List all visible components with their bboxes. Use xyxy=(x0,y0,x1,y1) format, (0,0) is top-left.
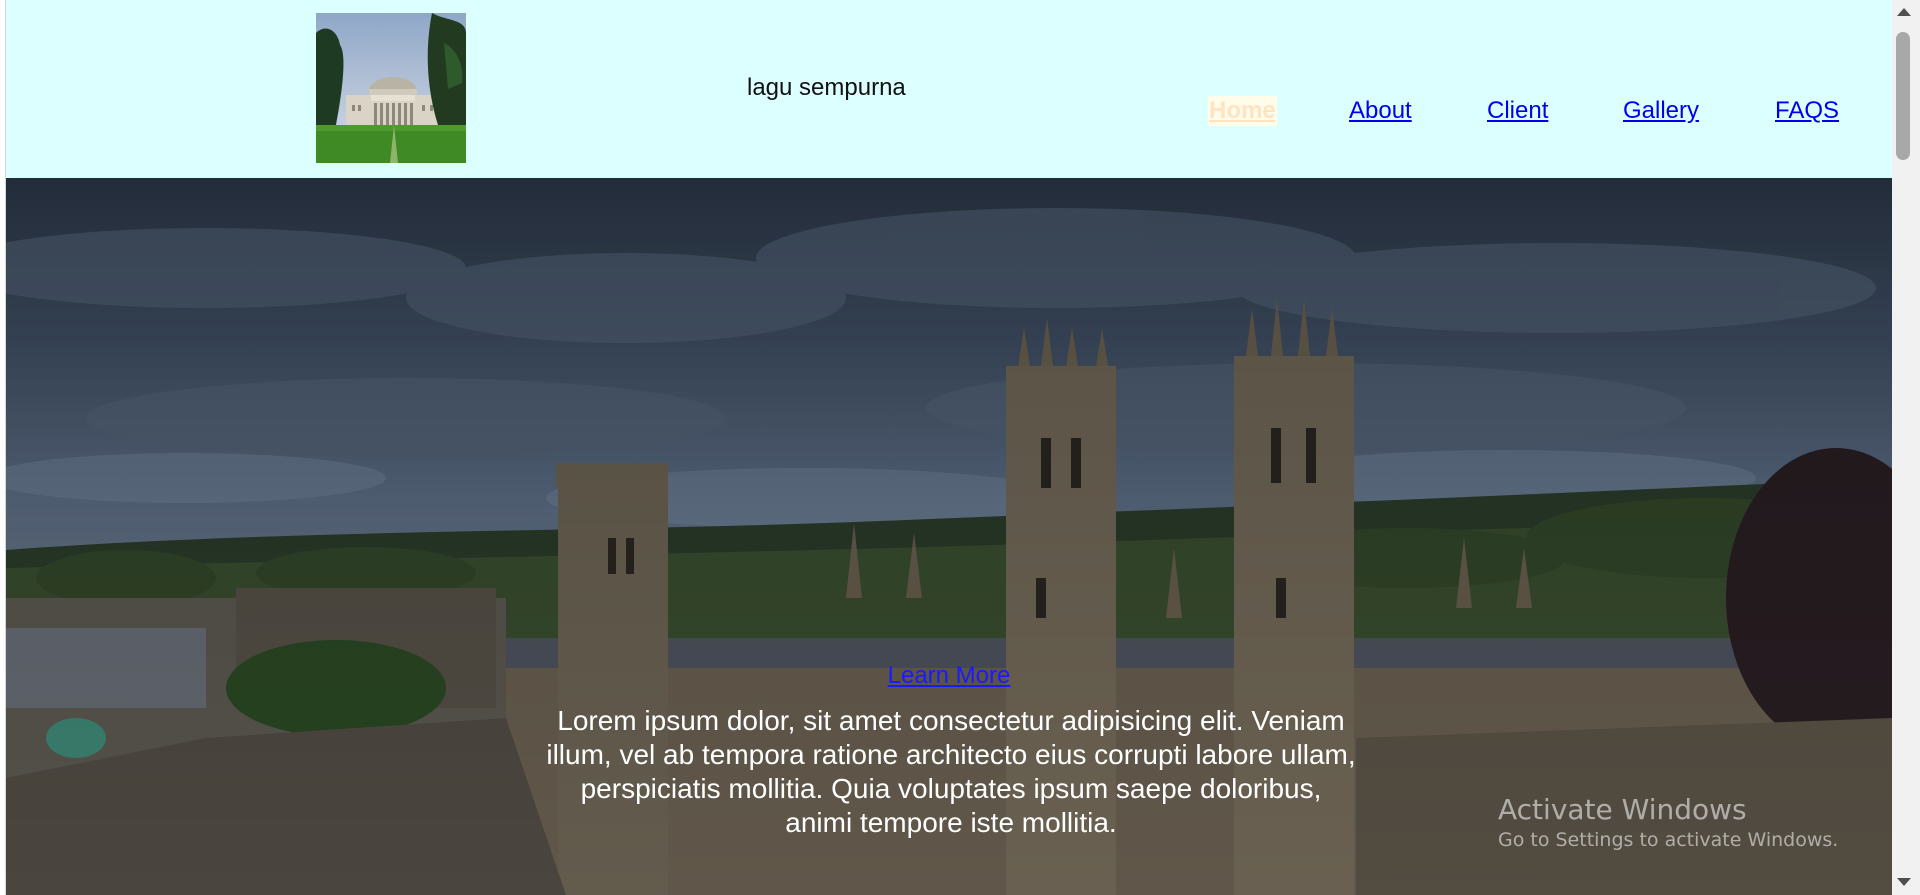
university-building-logo-icon xyxy=(316,13,466,163)
scrollbar-thumb[interactable] xyxy=(1896,32,1910,160)
hero-text: Lorem ipsum dolor, sit amet consectetur … xyxy=(546,705,1356,838)
nav-link-faqs[interactable]: FAQS xyxy=(1775,96,1839,126)
site-logo[interactable] xyxy=(316,13,466,163)
site-header: lagu sempurna Home About Client Gallery … xyxy=(6,0,1892,178)
hero-section: Lorem ipsum dolor, sit amet consectetur … xyxy=(6,178,1892,895)
scroll-down-arrow-icon[interactable] xyxy=(1897,878,1911,886)
activate-windows-title: Activate Windows xyxy=(1498,793,1747,826)
activate-windows-subtitle: Go to Settings to activate Windows. xyxy=(1498,829,1839,851)
main-nav: Home About Client Gallery FAQS xyxy=(6,96,1892,130)
page: lagu sempurna Home About Client Gallery … xyxy=(6,0,1892,895)
nav-link-client[interactable]: Client xyxy=(1487,96,1548,126)
nav-link-gallery[interactable]: Gallery xyxy=(1623,96,1699,126)
nav-link-home[interactable]: Home xyxy=(1208,96,1277,126)
nav-link-about[interactable]: About xyxy=(1349,96,1412,126)
scroll-up-arrow-icon[interactable] xyxy=(1897,8,1911,16)
activate-windows-watermark: Activate Windows Go to Settings to activ… xyxy=(1498,793,1838,853)
learn-more-container: Learn More xyxy=(6,662,1892,690)
learn-more-link[interactable]: Learn More xyxy=(888,662,1011,689)
